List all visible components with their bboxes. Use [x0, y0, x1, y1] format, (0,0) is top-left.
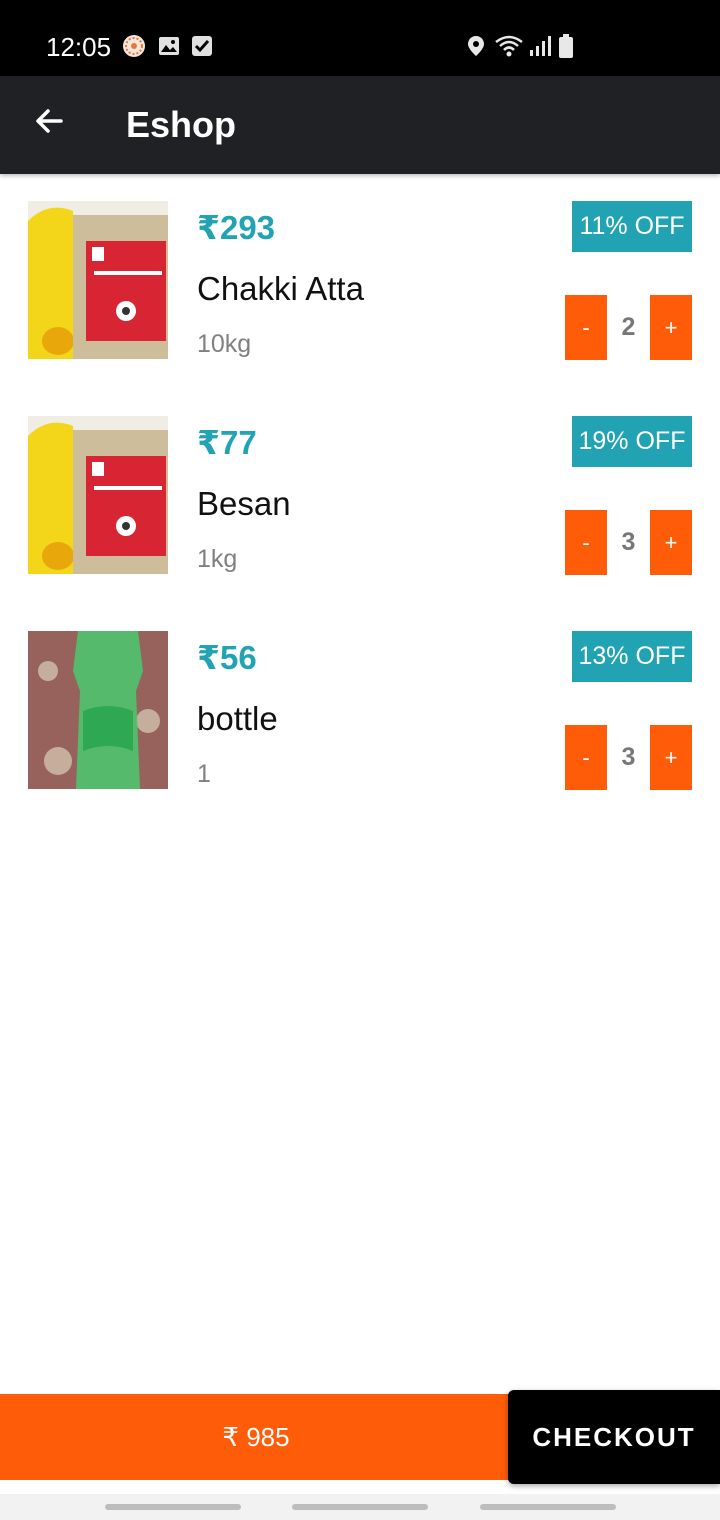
- status-bar: 12:05: [0, 0, 720, 76]
- product-image: [28, 201, 168, 359]
- arrow-left-icon: [33, 105, 65, 142]
- item-name: Besan: [197, 485, 291, 522]
- product-image: [28, 416, 168, 574]
- checkbox-icon: [190, 34, 214, 58]
- item-price: ₹293: [197, 209, 276, 246]
- back-button[interactable]: [26, 100, 72, 146]
- increase-quantity-button[interactable]: +: [650, 510, 692, 575]
- item-price: ₹56: [197, 639, 257, 676]
- signal-icon: [528, 34, 552, 58]
- recent-apps-button[interactable]: [105, 1504, 241, 1510]
- item-unit: 1: [197, 760, 211, 788]
- item-price: ₹77: [197, 424, 257, 461]
- decrease-quantity-button[interactable]: -: [565, 510, 607, 575]
- app-bar: Eshop: [0, 76, 720, 174]
- cart-total: ₹ 985: [0, 1394, 512, 1480]
- discount-badge: 19% OFF: [572, 416, 692, 467]
- cart-item: ₹77 Besan 1kg 19% OFF - 3 +: [0, 389, 720, 604]
- page-title: Eshop: [126, 104, 237, 145]
- increase-quantity-button[interactable]: +: [650, 295, 692, 360]
- cart-item: ₹293 Chakki Atta 10kg 11% OFF - 2 +: [0, 174, 720, 389]
- cart-item: ₹56 bottle 1 13% OFF - 3 +: [0, 604, 720, 819]
- item-name: bottle: [197, 700, 278, 737]
- app-badge-icon: [122, 34, 146, 58]
- decrease-quantity-button[interactable]: -: [565, 725, 607, 790]
- discount-badge: 13% OFF: [572, 631, 692, 682]
- quantity-value: 3: [621, 743, 636, 771]
- discount-badge: 11% OFF: [572, 201, 692, 252]
- back-nav-button[interactable]: [480, 1504, 616, 1510]
- location-icon: [464, 34, 488, 58]
- system-nav-bar: [0, 1494, 720, 1520]
- status-time: 12:05: [46, 32, 112, 62]
- decrease-quantity-button[interactable]: -: [565, 295, 607, 360]
- increase-quantity-button[interactable]: +: [650, 725, 692, 790]
- item-unit: 1kg: [197, 545, 238, 573]
- image-icon: [157, 34, 181, 58]
- product-image: [28, 631, 168, 789]
- quantity-value: 2: [621, 313, 636, 341]
- checkout-button[interactable]: CHECKOUT: [508, 1390, 720, 1484]
- cart-list: ₹293 Chakki Atta 10kg 11% OFF - 2 + ₹77 …: [0, 174, 720, 819]
- quantity-value: 3: [621, 528, 636, 556]
- wifi-icon: [494, 34, 524, 58]
- home-button[interactable]: [292, 1504, 428, 1510]
- battery-icon: [558, 34, 574, 58]
- item-unit: 10kg: [197, 330, 252, 358]
- item-name: Chakki Atta: [197, 270, 364, 307]
